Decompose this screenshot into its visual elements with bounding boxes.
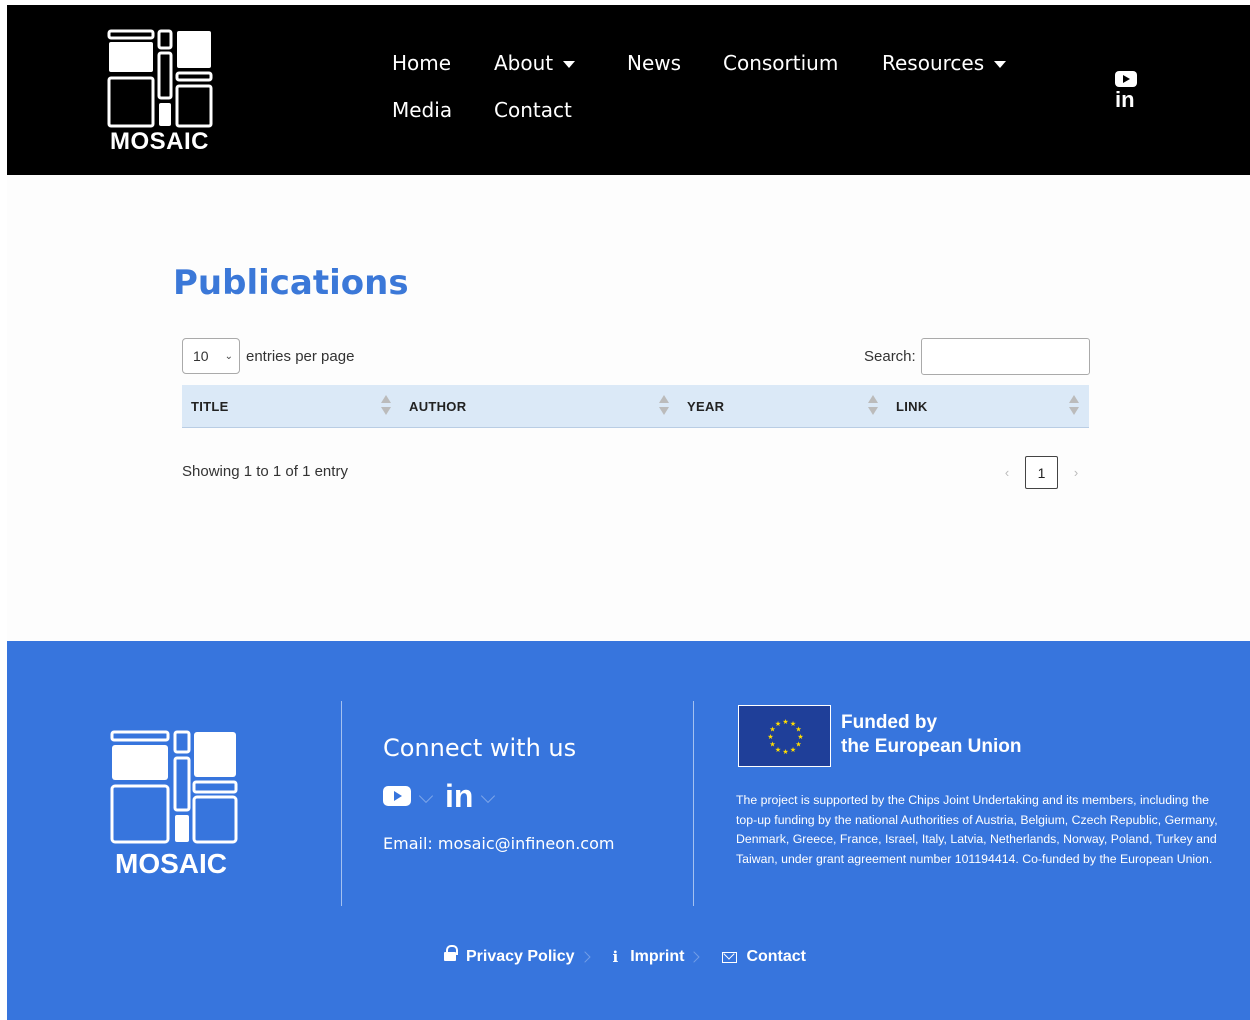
imprint-link[interactable]: i Imprint xyxy=(612,948,701,966)
search-input[interactable] xyxy=(920,338,1090,375)
site-footer: MOSAIC Connect with us in Email: mosaic@… xyxy=(7,641,1250,1020)
svg-text:★: ★ xyxy=(769,741,775,749)
sort-icon[interactable] xyxy=(1069,395,1079,417)
footer-divider xyxy=(341,701,342,906)
linkedin-icon[interactable]: in xyxy=(445,780,473,812)
entries-length-control: 10 ⌄ entries per page xyxy=(182,338,354,374)
next-page-button[interactable]: › xyxy=(1066,465,1086,480)
nav-resources-label: Resources xyxy=(882,51,985,75)
svg-text:★: ★ xyxy=(775,720,781,728)
youtube-icon[interactable] xyxy=(383,786,411,806)
nav-media[interactable]: Media xyxy=(392,98,452,122)
page-title: Publications xyxy=(173,263,409,303)
column-header-title[interactable]: TITLE xyxy=(191,385,391,428)
svg-text:★: ★ xyxy=(767,733,773,741)
table-info: Showing 1 to 1 of 1 entry xyxy=(182,463,348,480)
footer-bottom-links: Privacy Policy i Imprint Contact xyxy=(444,945,830,966)
sort-icon[interactable] xyxy=(868,395,878,417)
nav-news[interactable]: News xyxy=(627,51,681,75)
entries-select-value: 10 xyxy=(193,348,209,364)
sort-icon[interactable] xyxy=(659,395,669,417)
info-icon: i xyxy=(612,948,619,966)
svg-text:★: ★ xyxy=(790,746,796,754)
footer-logo-wordmark: MOSAIC xyxy=(115,848,227,879)
table-search: Search: xyxy=(864,338,1090,375)
lock-icon xyxy=(444,945,458,963)
eu-flag-icon: ★ ★ ★ ★ ★ ★ ★ ★ ★ ★ ★ ★ xyxy=(738,705,831,767)
contact-email[interactable]: Email: mosaic@infineon.com xyxy=(383,834,614,853)
header-social-links: in xyxy=(1115,71,1139,111)
footer-social-links: in xyxy=(383,780,507,812)
contact-link[interactable]: Contact xyxy=(722,948,806,966)
caret-down-icon xyxy=(563,61,576,68)
nav-about-label: About xyxy=(494,51,554,75)
external-link-icon xyxy=(418,788,434,804)
funded-line-2: the European Union xyxy=(841,736,1022,757)
footer-mosaic-logo xyxy=(110,730,238,844)
page-1-button[interactable]: 1 xyxy=(1025,456,1058,489)
funding-statement: The project is supported by the Chips Jo… xyxy=(736,793,1218,867)
previous-page-button[interactable]: ‹ xyxy=(997,465,1017,480)
table-header-row: TITLE AUTHOR YEAR LINK xyxy=(182,385,1089,428)
sort-icon[interactable] xyxy=(381,395,391,417)
svg-text:★: ★ xyxy=(782,748,788,756)
chevron-down-icon: ⌄ xyxy=(224,350,233,362)
nav-contact[interactable]: Contact xyxy=(494,98,572,122)
pagination: ‹ 1 › xyxy=(997,456,1086,489)
entries-per-page-select[interactable]: 10 ⌄ xyxy=(182,338,240,374)
svg-text:★: ★ xyxy=(782,718,788,726)
linkedin-icon[interactable]: in xyxy=(1115,89,1139,111)
svg-text:★: ★ xyxy=(775,746,781,754)
nav-resources[interactable]: Resources xyxy=(882,51,1007,75)
youtube-icon[interactable] xyxy=(1115,71,1137,87)
main-content: Publications 10 ⌄ entries per page Searc… xyxy=(7,175,1250,641)
column-year-label: YEAR xyxy=(687,399,725,414)
column-title-label: TITLE xyxy=(191,399,229,414)
caret-down-icon xyxy=(994,61,1007,68)
connect-title: Connect with us xyxy=(383,734,577,762)
external-link-icon xyxy=(481,788,496,804)
external-link-icon xyxy=(578,951,591,963)
envelope-icon xyxy=(722,951,738,963)
nav-about[interactable]: About xyxy=(494,51,576,75)
logo-wordmark: MOSAIC xyxy=(110,128,209,155)
imprint-label: Imprint xyxy=(630,948,685,965)
column-header-author[interactable]: AUTHOR xyxy=(409,385,659,428)
funded-by-eu-label: Funded by the European Union xyxy=(841,711,1022,759)
privacy-policy-link[interactable]: Privacy Policy xyxy=(444,945,591,966)
nav-consortium[interactable]: Consortium xyxy=(723,51,838,75)
entries-label: entries per page xyxy=(246,347,355,365)
search-label: Search: xyxy=(864,348,916,365)
site-header: MOSAIC Home About News Consortium Resour… xyxy=(7,5,1250,175)
svg-text:★: ★ xyxy=(795,741,801,749)
column-header-year[interactable]: YEAR xyxy=(687,385,867,428)
external-link-icon xyxy=(688,951,701,963)
column-link-label: LINK xyxy=(896,399,928,414)
nav-home[interactable]: Home xyxy=(392,51,451,75)
footer-divider xyxy=(693,701,694,906)
column-header-link[interactable]: LINK xyxy=(896,385,1066,428)
column-author-label: AUTHOR xyxy=(409,399,467,414)
privacy-policy-label: Privacy Policy xyxy=(466,948,575,965)
contact-label: Contact xyxy=(746,948,806,965)
funded-line-1: Funded by xyxy=(841,712,938,733)
